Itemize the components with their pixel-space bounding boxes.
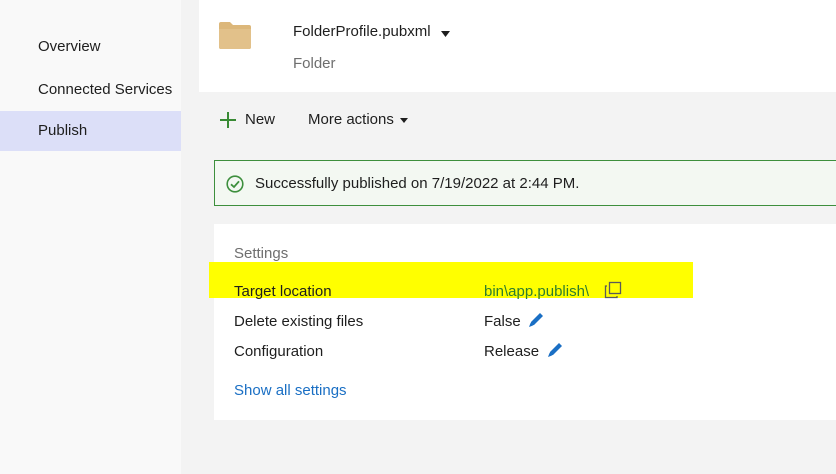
status-message: Successfully published on 7/19/2022 at 2…: [255, 175, 580, 192]
setting-label-target-location: Target location: [234, 283, 332, 300]
more-actions-button[interactable]: More actions: [308, 106, 408, 134]
chevron-down-icon: [399, 117, 408, 123]
sidebar-item-label: Overview: [38, 38, 101, 55]
edit-icon[interactable]: [546, 341, 564, 359]
plus-icon: [220, 112, 236, 128]
show-all-settings-link[interactable]: Show all settings: [234, 382, 347, 399]
main-content: FolderProfile.pubxml Folder New More act…: [184, 0, 836, 474]
sidebar-item-connected-services[interactable]: Connected Services: [0, 70, 181, 110]
profile-name[interactable]: FolderProfile.pubxml: [293, 23, 431, 40]
settings-title: Settings: [234, 245, 289, 262]
status-banner: Successfully published on 7/19/2022 at 2…: [214, 160, 836, 206]
sidebar-item-publish[interactable]: Publish: [0, 111, 181, 151]
sidebar: Overview Connected Services Publish: [0, 0, 181, 474]
chevron-down-icon[interactable]: [441, 31, 450, 37]
setting-label-configuration: Configuration: [234, 343, 324, 360]
sidebar-item-label: Publish: [38, 122, 88, 139]
setting-value-target-location[interactable]: bin\app.publish\: [484, 283, 589, 300]
new-button-label: New: [245, 111, 276, 128]
copy-icon[interactable]: [604, 281, 622, 299]
setting-value-delete-existing-files: False: [484, 313, 521, 330]
profile-type: Folder: [293, 55, 336, 72]
new-button[interactable]: New: [219, 106, 275, 134]
setting-value-configuration: Release: [484, 343, 540, 360]
profile-card: FolderProfile.pubxml Folder: [199, 0, 836, 92]
setting-label-delete-existing-files: Delete existing files: [234, 313, 364, 330]
sidebar-item-label: Connected Services: [38, 81, 173, 98]
sidebar-item-overview[interactable]: Overview: [0, 27, 181, 67]
edit-icon[interactable]: [527, 311, 545, 329]
more-actions-label: More actions: [308, 111, 394, 128]
publish-page: Overview Connected Services Publish Fold…: [0, 0, 836, 474]
check-circle-icon: [226, 175, 244, 193]
folder-icon: [219, 22, 251, 49]
